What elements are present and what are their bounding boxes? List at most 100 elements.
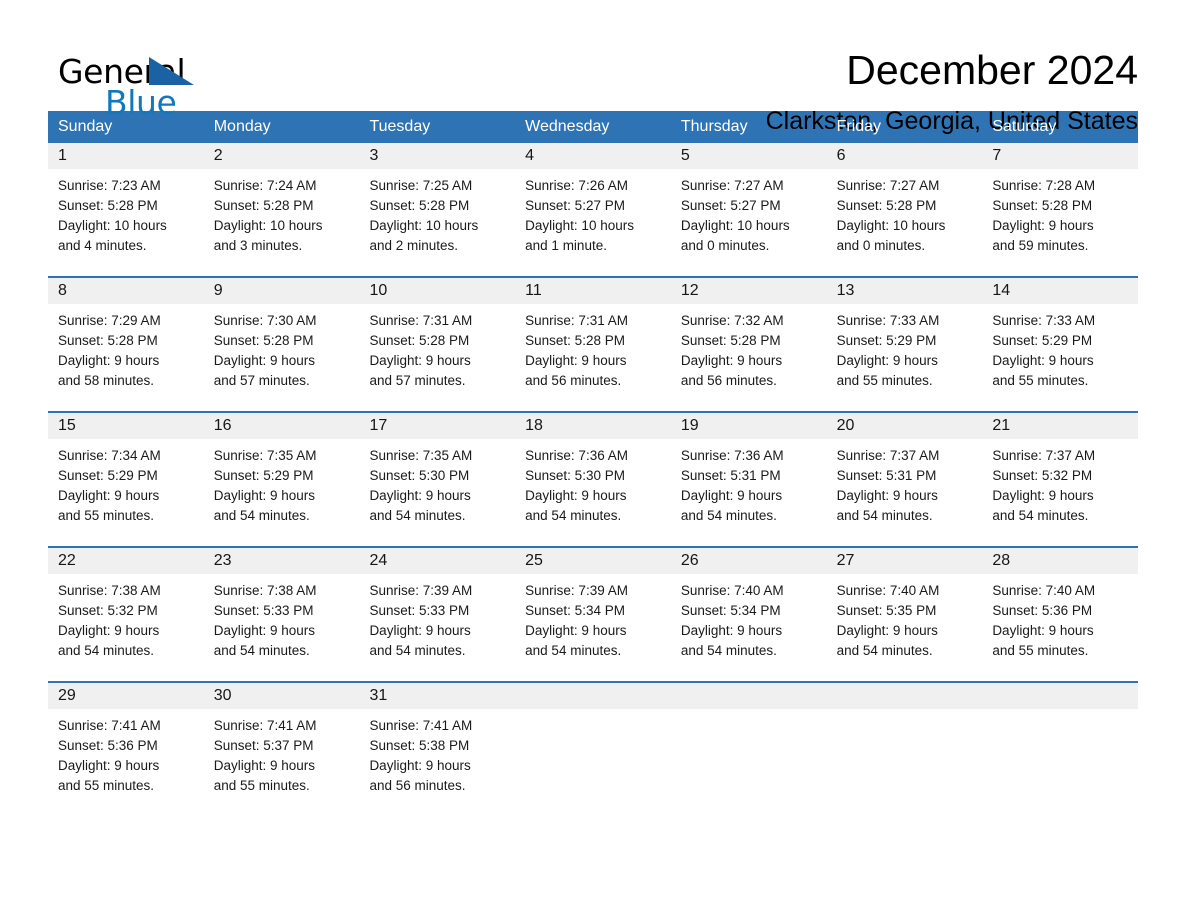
daylight-duration-line1: Daylight: 9 hours [992,488,1094,503]
calendar-day-cell[interactable]: 17 Sunrise: 7:35 AM Sunset: 5:30 PM Dayligh… [359,413,516,546]
day-number-band: 13 [826,278,983,304]
calendar-day-cell[interactable]: 3 Sunrise: 7:25 AM Sunset: 5:28 PM Daylight… [359,143,516,276]
day-details: Sunrise: 7:26 AM Sunset: 5:27 PM Daylight:… [515,169,671,256]
sunrise-time: Sunrise: 7:35 AM [213,448,317,463]
sunset-time: Sunset: 5:33 PM [213,603,314,618]
day-details: Sunrise: 7:36 AM Sunset: 5:31 PM Daylight:… [671,439,827,526]
day-number: 19 [680,417,699,434]
day-number-band: 22 [48,548,204,574]
day-number: 9 [213,282,223,299]
day-details: Sunrise: 7:38 AM Sunset: 5:33 PM Daylight:… [204,574,360,661]
calendar-day-cell[interactable]: 30 Sunrise: 7:41 AM Sunset: 5:37 PM Dayligh… [203,683,360,816]
sunset-time: Sunset: 5:32 PM [992,468,1093,483]
day-number: 16 [213,417,232,434]
calendar-day-cell[interactable]: 2 Sunrise: 7:24 AM Sunset: 5:28 PM Daylight… [203,143,360,276]
calendar-day-cell[interactable]: 14 Sunrise: 7:33 AM Sunset: 5:29 PM Dayligh… [982,278,1139,411]
daylight-duration-line2: and 55 minutes. [213,778,310,793]
calendar-day-cell[interactable]: 29 Sunrise: 7:41 AM Sunset: 5:36 PM Dayligh… [48,683,204,816]
daylight-duration-line2: and 54 minutes. [525,643,622,658]
sunset-time: Sunset: 5:28 PM [213,333,314,348]
daylight-duration-line2: and 54 minutes. [836,643,933,658]
daylight-duration-line1: Daylight: 10 hours [836,218,946,233]
sunrise-time: Sunrise: 7:41 AM [213,718,317,733]
calendar-day-cell[interactable]: 28 Sunrise: 7:40 AM Sunset: 5:36 PM Dayligh… [982,548,1139,681]
day-number: 1 [58,147,67,164]
day-number-band: 30 [203,683,360,709]
calendar-day-cell[interactable]: 1 Sunrise: 7:23 AM Sunset: 5:28 PM Daylight… [48,143,204,276]
day-details: Sunrise: 7:33 AM Sunset: 5:29 PM Daylight:… [827,304,983,391]
day-number-band [826,683,983,709]
sunrise-time: Sunrise: 7:28 AM [992,178,1096,193]
daylight-duration-line1: Daylight: 9 hours [680,353,783,368]
calendar-day-cell[interactable]: 31 Sunrise: 7:41 AM Sunset: 5:38 PM Dayligh… [359,683,516,816]
calendar-day-cell[interactable]: 20 Sunrise: 7:37 AM Sunset: 5:31 PM Dayligh… [826,413,983,546]
daylight-duration-line2: and 55 minutes. [58,778,155,793]
day-number: 30 [213,687,232,704]
calendar-day-cell[interactable]: 8 Sunrise: 7:29 AM Sunset: 5:28 PM Daylight… [48,278,204,411]
day-details: Sunrise: 7:41 AM Sunset: 5:38 PM Daylight:… [359,709,515,796]
daylight-duration-line1: Daylight: 9 hours [992,218,1094,233]
day-number-band: 9 [203,278,360,304]
day-number: 3 [369,147,379,164]
day-details: Sunrise: 7:38 AM Sunset: 5:32 PM Daylight:… [48,574,204,661]
day-number: 11 [525,282,542,299]
daylight-duration-line2: and 55 minutes. [992,373,1089,388]
calendar-day-cell[interactable]: 16 Sunrise: 7:35 AM Sunset: 5:29 PM Dayligh… [203,413,360,546]
calendar-day-cell[interactable]: 15 Sunrise: 7:34 AM Sunset: 5:29 PM Dayligh… [48,413,204,546]
calendar-day-cell[interactable]: 23 Sunrise: 7:38 AM Sunset: 5:33 PM Dayligh… [203,548,360,681]
daylight-duration-line2: and 1 minute. [525,238,607,253]
calendar-week-row: 22 Sunrise: 7:38 AM Sunset: 5:32 PM Dayligh… [48,546,1139,681]
day-details: Sunrise: 7:25 AM Sunset: 5:28 PM Daylight:… [359,169,515,256]
sunrise-time: Sunrise: 7:40 AM [836,583,940,598]
calendar-day-cell[interactable]: 5 Sunrise: 7:27 AM Sunset: 5:27 PM Daylight… [670,143,827,276]
daylight-duration-line2: and 54 minutes. [369,643,466,658]
daylight-duration-line2: and 55 minutes. [992,643,1089,658]
calendar-day-cell[interactable]: 10 Sunrise: 7:31 AM Sunset: 5:28 PM Dayligh… [359,278,516,411]
calendar-day-cell[interactable]: 7 Sunrise: 7:28 AM Sunset: 5:28 PM Daylight… [982,143,1139,276]
day-number-band: 17 [359,413,516,439]
calendar-day-cell[interactable]: 12 Sunrise: 7:32 AM Sunset: 5:28 PM Dayligh… [670,278,827,411]
daylight-duration-line1: Daylight: 9 hours [369,353,471,368]
daylight-duration-line2: and 58 minutes. [58,373,155,388]
sunrise-time: Sunrise: 7:35 AM [369,448,473,463]
calendar-day-cell[interactable]: 19 Sunrise: 7:36 AM Sunset: 5:31 PM Dayligh… [670,413,827,546]
daylight-duration-line2: and 56 minutes. [680,373,777,388]
daylight-duration-line2: and 54 minutes. [992,508,1089,523]
day-number-band: 31 [359,683,516,709]
calendar-day-cell[interactable]: 11 Sunrise: 7:31 AM Sunset: 5:28 PM Dayligh… [515,278,671,411]
day-details: Sunrise: 7:40 AM Sunset: 5:34 PM Daylight:… [671,574,827,661]
calendar-day-cell[interactable]: 25 Sunrise: 7:39 AM Sunset: 5:34 PM Dayligh… [515,548,671,681]
day-number-band: 24 [359,548,516,574]
sunset-time: Sunset: 5:27 PM [525,198,625,213]
calendar-day-cell[interactable]: 21 Sunrise: 7:37 AM Sunset: 5:32 PM Dayligh… [982,413,1139,546]
calendar-week-row: 15 Sunrise: 7:34 AM Sunset: 5:29 PM Dayligh… [48,411,1139,546]
calendar-day-cell[interactable]: 9 Sunrise: 7:30 AM Sunset: 5:28 PM Daylight… [203,278,360,411]
day-number-band: 14 [982,278,1139,304]
calendar-day-cell-empty [670,683,827,816]
calendar-day-cell[interactable]: 18 Sunrise: 7:36 AM Sunset: 5:30 PM Dayligh… [515,413,671,546]
day-number-band: 3 [359,143,516,169]
calendar-day-cell[interactable]: 24 Sunrise: 7:39 AM Sunset: 5:33 PM Dayligh… [359,548,516,681]
day-details: Sunrise: 7:36 AM Sunset: 5:30 PM Daylight:… [515,439,671,526]
day-number-band [515,683,671,709]
calendar-day-cell[interactable]: 22 Sunrise: 7:38 AM Sunset: 5:32 PM Dayligh… [48,548,204,681]
sunset-time: Sunset: 5:29 PM [213,468,314,483]
day-number-band: 4 [515,143,671,169]
sunset-time: Sunset: 5:28 PM [525,333,625,348]
calendar-day-cell[interactable]: 6 Sunrise: 7:27 AM Sunset: 5:28 PM Daylight… [826,143,983,276]
calendar-day-cell[interactable]: 27 Sunrise: 7:40 AM Sunset: 5:35 PM Dayligh… [826,548,983,681]
sunset-time: Sunset: 5:28 PM [369,198,470,213]
day-number: 23 [213,552,232,569]
day-number: 13 [836,282,855,299]
day-number-band: 2 [203,143,360,169]
calendar-page: General Blue December 2024 Clarkston, Ge… [0,0,1188,918]
day-number: 29 [58,687,76,704]
calendar-day-cell[interactable]: 4 Sunrise: 7:26 AM Sunset: 5:27 PM Daylight… [515,143,671,276]
calendar-day-cell-empty [982,683,1139,816]
day-number-band: 18 [515,413,671,439]
generalblue-logo[interactable]: General Blue [48,46,248,126]
calendar-day-cell[interactable]: 26 Sunrise: 7:40 AM Sunset: 5:34 PM Dayligh… [670,548,827,681]
day-number-band: 16 [203,413,360,439]
sunset-time: Sunset: 5:34 PM [525,603,625,618]
calendar-day-cell[interactable]: 13 Sunrise: 7:33 AM Sunset: 5:29 PM Dayligh… [826,278,983,411]
